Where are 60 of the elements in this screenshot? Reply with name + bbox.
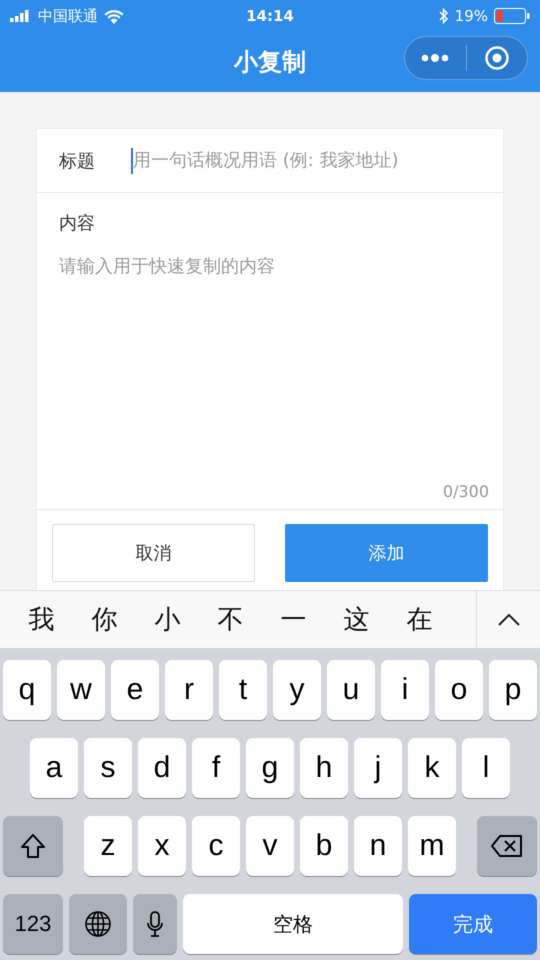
backspace-icon (490, 834, 524, 858)
microphone-icon (146, 910, 164, 938)
letter-key[interactable]: a (30, 738, 78, 798)
candidate-word[interactable]: 这 (325, 602, 388, 637)
title-input[interactable]: 用一句话概况用语 (例: 我家地址) (131, 144, 481, 178)
letter-key[interactable]: b (300, 816, 348, 876)
globe-key[interactable] (69, 894, 127, 954)
content-input[interactable]: 请输入用于快速复制的内容 (59, 253, 481, 279)
done-key[interactable]: 完成 (409, 894, 537, 954)
target-icon (484, 45, 510, 71)
candidate-word[interactable]: 你 (73, 602, 136, 637)
more-icon (421, 54, 450, 62)
letter-key[interactable]: z (84, 816, 132, 876)
shift-key[interactable] (3, 816, 63, 876)
letter-key[interactable]: g (246, 738, 294, 798)
clock: 14:14 (246, 7, 294, 25)
letter-key[interactable]: t (219, 660, 267, 720)
letter-key[interactable]: h (300, 738, 348, 798)
space-key[interactable]: 空格 (183, 894, 403, 954)
title-label: 标题 (59, 150, 95, 172)
carrier-name: 中国联通 (38, 6, 98, 26)
letter-key[interactable]: o (435, 660, 483, 720)
letter-key[interactable]: v (246, 816, 294, 876)
shift-icon (19, 832, 47, 860)
letter-key[interactable]: p (489, 660, 537, 720)
bluetooth-icon (438, 8, 449, 24)
letter-key[interactable]: d (138, 738, 186, 798)
microphone-key[interactable] (133, 894, 177, 954)
char-counter: 0/300 (442, 482, 489, 501)
battery-percent: 19% (454, 7, 488, 25)
letter-key[interactable]: x (138, 816, 186, 876)
chevron-up-icon (496, 612, 520, 626)
letter-key[interactable]: l (462, 738, 510, 798)
globe-icon (84, 910, 112, 938)
letter-key[interactable]: j (354, 738, 402, 798)
letter-key[interactable]: i (381, 660, 429, 720)
numbers-key[interactable]: 123 (3, 894, 63, 954)
letter-key[interactable]: y (273, 660, 321, 720)
letter-key[interactable]: u (327, 660, 375, 720)
letter-key[interactable]: r (165, 660, 213, 720)
content-label: 内容 (59, 212, 96, 235)
letter-key[interactable]: s (84, 738, 132, 798)
letter-key[interactable]: f (192, 738, 240, 798)
battery-icon (494, 8, 530, 24)
letter-key[interactable]: c (192, 816, 240, 876)
backspace-key[interactable] (477, 816, 537, 876)
letter-key[interactable]: q (3, 660, 51, 720)
candidate-word[interactable]: 一 (262, 602, 325, 637)
letter-key[interactable]: k (408, 738, 456, 798)
letter-key[interactable]: w (57, 660, 105, 720)
letter-key[interactable]: m (408, 816, 456, 876)
cancel-button[interactable]: 取消 (52, 524, 255, 582)
letter-key[interactable]: n (354, 816, 402, 876)
candidate-word[interactable]: 不 (199, 602, 262, 637)
candidate-word[interactable]: 在 (388, 602, 451, 637)
candidate-word[interactable]: 我 (10, 602, 73, 637)
page-title: 小复制 (234, 47, 306, 78)
wifi-icon (104, 8, 124, 24)
candidate-word[interactable]: 小 (136, 602, 199, 637)
letter-key[interactable]: e (111, 660, 159, 720)
